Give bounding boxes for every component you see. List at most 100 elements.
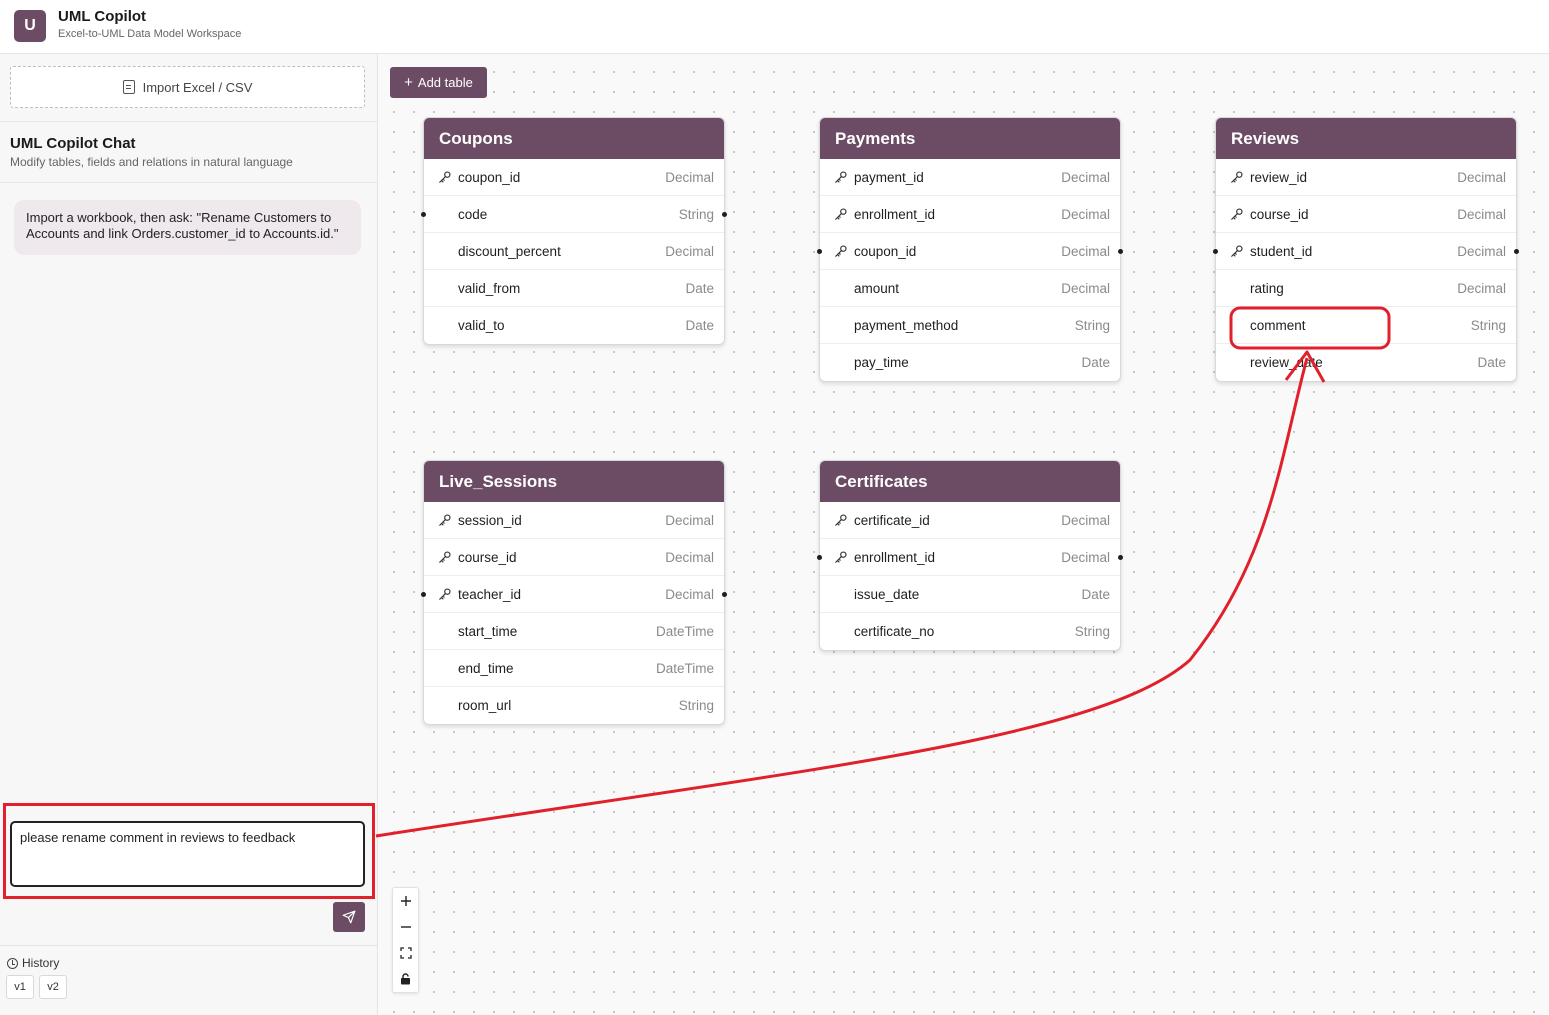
field-row-coupon-id[interactable]: coupon_id Decimal (817, 233, 1123, 270)
field-type: Decimal (1457, 206, 1506, 222)
field-name: teacher_id (458, 586, 522, 602)
field-row-certificate-id[interactable]: certificate_id Decimal (820, 502, 1120, 539)
field-row-review-id[interactable]: review_id Decimal (1216, 159, 1516, 196)
table-header[interactable]: Live_Sessions (424, 461, 724, 502)
field-name: pay_time (854, 355, 909, 370)
field-name: valid_from (458, 280, 521, 296)
table-certificates[interactable]: Certificates certificate_id Decimal enrollm… (817, 460, 1123, 651)
field-row-payment-id[interactable]: payment_id Decimal (820, 159, 1120, 196)
key-icon (438, 170, 458, 184)
field-name: start_time (458, 623, 518, 639)
connection-handle-right[interactable] (1118, 249, 1123, 254)
connection-handle-left[interactable] (421, 212, 426, 217)
connection-handle-right[interactable] (722, 592, 727, 597)
key-icon (1230, 244, 1250, 258)
field-row-room-url[interactable]: room_url String (424, 687, 724, 724)
table-reviews[interactable]: Reviews review_id Decimal course_id Decimal s… (1213, 117, 1519, 382)
connection-handle-left[interactable] (817, 555, 822, 560)
history-icon (7, 957, 18, 969)
key-slot (834, 281, 854, 295)
field-name: enrollment_id (854, 206, 936, 222)
field-row-issue-date[interactable]: issue_date Date (820, 576, 1120, 613)
connection-handle-left[interactable] (1213, 249, 1218, 254)
field-name: coupon_id (854, 243, 917, 259)
fit-view-button[interactable] (393, 940, 418, 966)
field-row-valid-to[interactable]: valid_to Date (424, 307, 724, 344)
field-row-enrollment-id[interactable]: enrollment_id Decimal (820, 196, 1120, 233)
key-icon (1230, 207, 1250, 221)
field-name: code (458, 206, 488, 222)
key-icon (1230, 170, 1250, 184)
field-name: issue_date (854, 586, 920, 602)
field-row-valid-from[interactable]: valid_from Date (424, 270, 724, 307)
field-type: String (1470, 317, 1506, 333)
version-chip-v2[interactable]: v2 (39, 975, 67, 999)
field-row-teacher-id[interactable]: teacher_id Decimal (421, 576, 727, 613)
field-row-comment[interactable]: comment String (1216, 307, 1516, 344)
table-header[interactable]: Certificates (820, 461, 1120, 502)
field-name: review_id (1250, 169, 1308, 185)
key-slot (438, 319, 458, 333)
connection-handle-right[interactable] (722, 212, 727, 217)
version-chip-v1[interactable]: v1 (6, 975, 34, 999)
table-payments[interactable]: Payments payment_id Decimal enrollment_id De… (817, 117, 1123, 382)
connection-handle-right[interactable] (1514, 249, 1519, 254)
field-row-session-id[interactable]: session_id Decimal (424, 502, 724, 539)
key-slot (1230, 356, 1250, 370)
field-row-student-id[interactable]: student_id Decimal (1213, 233, 1519, 270)
field-row-course-id[interactable]: course_id Decimal (1216, 196, 1516, 233)
field-row-review-date[interactable]: review_date Date (1216, 344, 1516, 381)
connection-handle-left[interactable] (421, 592, 426, 597)
table-live-sessions[interactable]: Live_Sessions session_id Decimal course_id D… (421, 460, 727, 725)
field-row-amount[interactable]: amount Decimal (820, 270, 1120, 307)
field-type: String (1074, 317, 1110, 333)
import-excel-button[interactable]: Import Excel / CSV (10, 66, 365, 108)
field-type: Decimal (1061, 280, 1110, 296)
key-slot (834, 356, 854, 370)
chat-title: UML Copilot Chat (10, 135, 136, 152)
field-row-rating[interactable]: rating Decimal (1216, 270, 1516, 307)
field-row-pay-time[interactable]: pay_time Date (820, 344, 1120, 381)
field-name: coupon_id (458, 169, 521, 185)
field-row-coupon-id[interactable]: coupon_id Decimal (424, 159, 724, 196)
lock-button[interactable] (393, 966, 418, 992)
field-row-end-time[interactable]: end_time DateTime (424, 650, 724, 687)
field-name: payment_id (854, 169, 924, 185)
document-icon (122, 80, 135, 94)
field-type: DateTime (655, 660, 714, 676)
field-type: String (1074, 624, 1110, 639)
chat-input[interactable]: please rename comment in reviews to feed… (10, 821, 365, 887)
key-slot (834, 587, 854, 601)
field-row-discount-percent[interactable]: discount_percent Decimal (424, 233, 724, 270)
field-row-code[interactable]: code String (421, 196, 727, 233)
diagram-canvas[interactable]: + Add table Coupons coupon_id Decimal code S… (378, 54, 1549, 1015)
connection-handle-right[interactable] (1118, 555, 1123, 560)
key-icon (834, 550, 854, 564)
zoom-in-button[interactable] (393, 888, 418, 914)
field-row-start-time[interactable]: start_time DateTime (424, 613, 724, 650)
field-type: Decimal (665, 169, 714, 185)
field-name: payment_method (854, 317, 959, 333)
field-type: Decimal (1061, 549, 1110, 565)
add-table-button[interactable]: + Add table (390, 67, 487, 98)
zoom-out-button[interactable] (393, 914, 418, 940)
key-slot (834, 625, 854, 639)
connection-handle-left[interactable] (817, 249, 822, 254)
table-header[interactable]: Payments (820, 118, 1120, 159)
table-header[interactable]: Reviews (1216, 118, 1516, 159)
send-button[interactable] (333, 902, 365, 932)
table-header[interactable]: Coupons (424, 118, 724, 159)
history-section: History v1 v2 (0, 945, 377, 1015)
field-row-payment-method[interactable]: payment_method String (820, 307, 1120, 344)
field-type: Decimal (1061, 243, 1110, 259)
field-type: Decimal (665, 243, 714, 259)
field-name: amount (854, 280, 900, 296)
table-coupons[interactable]: Coupons coupon_id Decimal code String discoun… (421, 117, 727, 345)
field-type: Decimal (665, 586, 714, 602)
field-row-certificate-no[interactable]: certificate_no String (820, 613, 1120, 650)
field-name: enrollment_id (854, 549, 936, 565)
field-row-course-id[interactable]: course_id Decimal (424, 539, 724, 576)
field-type: String (678, 206, 714, 222)
key-slot (1230, 281, 1250, 295)
field-row-enrollment-id[interactable]: enrollment_id Decimal (817, 539, 1123, 576)
